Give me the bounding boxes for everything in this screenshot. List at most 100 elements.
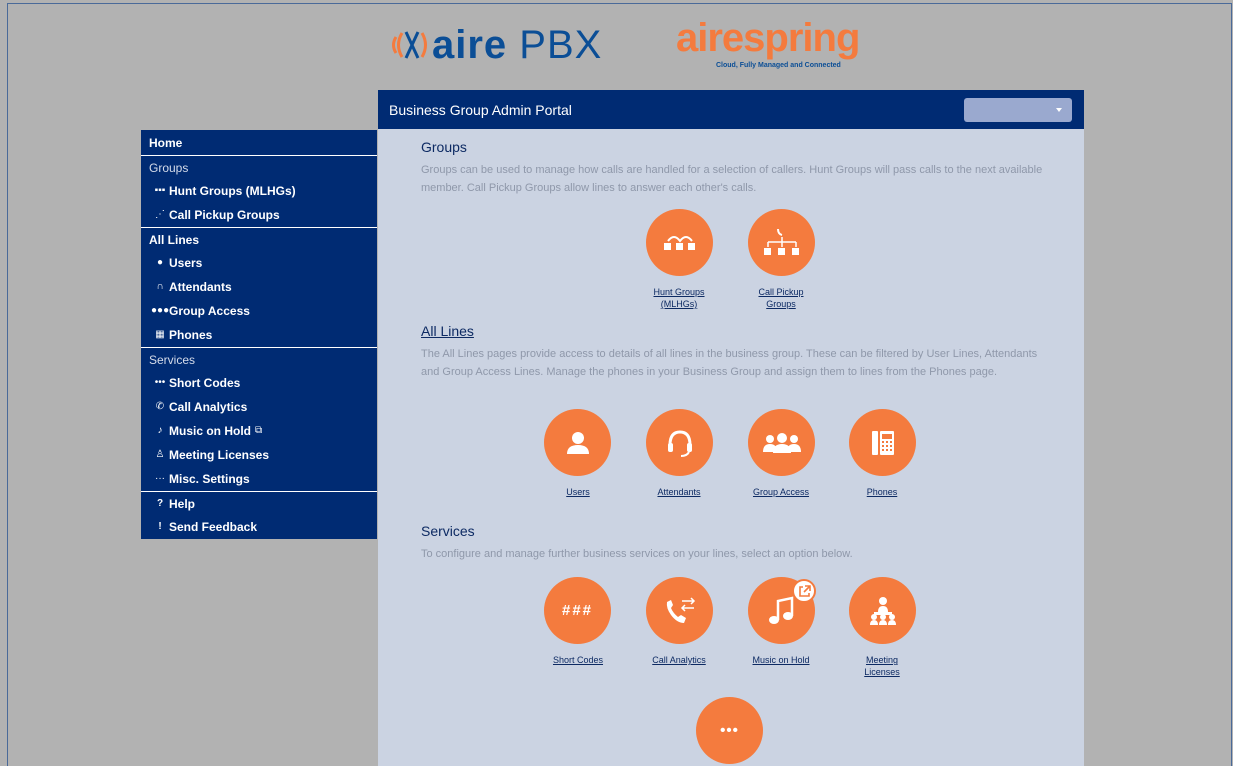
external-link-icon <box>792 579 816 603</box>
attendants-link[interactable]: Attendants <box>639 486 719 498</box>
group-access-button[interactable] <box>748 409 815 476</box>
sidebar-item-attendants[interactable]: ∩ Attendants <box>141 275 377 299</box>
music-on-hold-link[interactable]: Music on Hold <box>741 654 821 666</box>
misc-settings-button[interactable]: ••• <box>696 697 763 764</box>
chevron-down-icon <box>1056 108 1062 112</box>
all-lines-heading[interactable]: All Lines <box>421 323 474 339</box>
logo-tagline: Cloud, Fully Managed and Connected <box>716 62 841 69</box>
sidebar-item-label: Users <box>169 256 203 270</box>
sidebar: Home Groups ▪▪▪ Hunt Groups (MLHGs) ⋰ Call… <box>141 130 377 539</box>
hunt-groups-button[interactable] <box>646 209 713 276</box>
phones-link[interactable]: Phones <box>842 486 922 498</box>
sidebar-item-meeting-licenses[interactable]: ♙ Meeting Licenses <box>141 443 377 467</box>
sidebar-item-label: Call Pickup Groups <box>169 208 280 222</box>
call-pickup-icon: ⋰ <box>155 209 165 220</box>
sidebar-item-label: Music on Hold <box>169 424 251 438</box>
meeting-licenses-button[interactable] <box>849 577 916 644</box>
attendants-button[interactable] <box>646 409 713 476</box>
caption-line: Call Pickup <box>758 287 804 297</box>
help-icon: ? <box>156 497 164 509</box>
logo-pbx-text: PBX <box>519 22 603 67</box>
ellipsis-icon: ··· <box>155 473 165 484</box>
user-icon <box>566 431 589 454</box>
sidebar-item-short-codes[interactable]: ••• Short Codes <box>141 371 377 395</box>
sidebar-item-help[interactable]: ? Help <box>141 491 377 515</box>
sidebar-item-label: Call Analytics <box>169 400 248 414</box>
sidebar-item-label: Misc. Settings <box>169 472 250 486</box>
sidebar-section-groups: Groups <box>141 155 377 179</box>
sidebar-item-send-feedback[interactable]: ! Send Feedback <box>141 515 377 539</box>
phone-icon <box>871 430 894 455</box>
call-analytics-icon: ✆ <box>155 401 165 412</box>
call-pickup-link[interactable]: Call Pickup Groups <box>741 286 821 310</box>
caption-line: Groups <box>766 299 796 309</box>
external-link-icon: ⧉ <box>255 425 263 436</box>
portal-header-bar: Business Group Admin Portal <box>378 90 1084 129</box>
call-analytics-button[interactable] <box>646 577 713 644</box>
caption-line: (MLHGs) <box>660 299 698 309</box>
sidebar-item-group-access[interactable]: ●●● Group Access <box>141 299 377 323</box>
headset-icon <box>667 429 692 457</box>
call-analytics-link[interactable]: Call Analytics <box>639 654 719 666</box>
call-pickup-icon <box>763 228 799 255</box>
sidebar-item-label: Hunt Groups (MLHGs) <box>169 184 296 198</box>
users-button[interactable] <box>544 409 611 476</box>
caption-line: Hunt Groups <box>653 287 705 297</box>
sidebar-item-label: Home <box>149 135 183 150</box>
section-title: All Lines <box>149 232 200 247</box>
sidebar-item-misc-settings[interactable]: ··· Misc. Settings <box>141 467 377 491</box>
sidebar-item-hunt-groups[interactable]: ▪▪▪ Hunt Groups (MLHGs) <box>141 179 377 203</box>
portal-title: Business Group Admin Portal <box>389 102 572 118</box>
ellipsis-icon: ••• <box>720 722 739 739</box>
user-icon: ● <box>156 257 164 268</box>
headset-icon: ∩ <box>156 281 164 292</box>
group-icon <box>762 432 801 453</box>
group-access-link[interactable]: Group Access <box>741 486 821 498</box>
hunt-groups-icon: ▪▪▪ <box>154 185 166 196</box>
sidebar-section-all-lines[interactable]: All Lines <box>141 227 377 251</box>
meeting-licenses-link[interactable]: Meeting Licenses <box>842 654 922 678</box>
sidebar-item-label: Help <box>169 496 196 511</box>
short-codes-icon: ### <box>561 602 594 619</box>
short-codes-link[interactable]: Short Codes <box>538 654 618 666</box>
music-icon <box>768 595 793 624</box>
section-title: Groups <box>149 160 189 175</box>
section-title: Services <box>149 352 196 367</box>
groups-description: Groups can be used to manage how calls a… <box>421 164 1043 194</box>
users-link[interactable]: Users <box>538 486 618 498</box>
services-description: To configure and manage further business… <box>421 548 853 560</box>
sidebar-item-users[interactable]: ● Users <box>141 251 377 275</box>
sidebar-item-home[interactable]: Home <box>141 130 377 155</box>
music-icon: ♪ <box>157 425 163 436</box>
airepbx-logo: aire PBX <box>388 22 602 68</box>
hunt-groups-link[interactable]: Hunt Groups (MLHGs) <box>639 286 719 310</box>
account-dropdown[interactable] <box>964 98 1072 122</box>
sidebar-item-label: Meeting Licenses <box>169 448 270 462</box>
caption-line: Meeting <box>865 655 899 665</box>
meeting-icon: ♙ <box>155 449 165 460</box>
all-lines-description: The All Lines pages provide access to de… <box>421 348 1038 378</box>
sidebar-item-call-analytics[interactable]: ✆ Call Analytics <box>141 395 377 419</box>
logo-aire-text: aire <box>432 22 508 67</box>
sidebar-item-label: Phones <box>169 328 213 342</box>
sidebar-item-label: Group Access <box>169 304 250 318</box>
sidebar-item-label: Attendants <box>169 280 232 294</box>
short-codes-button[interactable]: ### <box>544 577 611 644</box>
sidebar-item-phones[interactable]: ▦ Phones <box>141 323 377 347</box>
call-analytics-icon <box>666 596 695 623</box>
groups-heading: Groups <box>421 139 467 155</box>
call-pickup-button[interactable] <box>748 209 815 276</box>
meeting-icon <box>869 596 896 625</box>
sound-wave-icon <box>392 31 427 59</box>
services-heading: Services <box>421 523 475 539</box>
sidebar-item-music-on-hold[interactable]: ♪ Music on Hold ⧉ <box>141 419 377 443</box>
main-content: Groups Groups can be used to manage how … <box>378 129 1084 766</box>
group-icon: ●●● <box>151 305 170 316</box>
sidebar-item-label: Send Feedback <box>169 520 258 534</box>
sidebar-item-label: Short Codes <box>169 376 241 390</box>
logo-airespring-text: airespring <box>676 16 860 60</box>
phones-button[interactable] <box>849 409 916 476</box>
phone-icon: ▦ <box>155 329 165 340</box>
sidebar-item-call-pickup[interactable]: ⋰ Call Pickup Groups <box>141 203 377 227</box>
caption-line: Licenses <box>864 667 900 677</box>
